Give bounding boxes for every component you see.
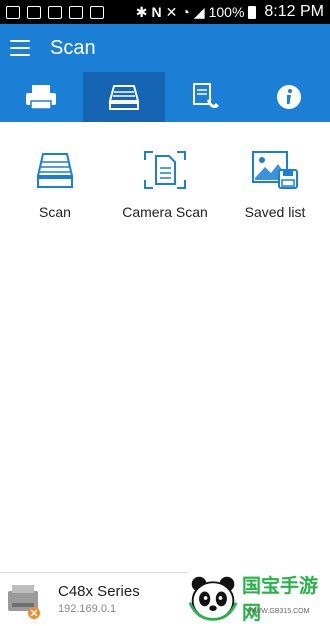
- status-system: ✱ N ✕ ◔ ◢ 100% 8:12 PM: [136, 3, 330, 21]
- menu-icon[interactable]: [4, 34, 36, 62]
- clock: 8:12 PM: [264, 3, 324, 21]
- scan-options: Scan Camera Scan Saved list: [0, 150, 330, 220]
- flatbed-scanner-icon: [35, 150, 75, 190]
- battery-percent: 100%: [209, 4, 245, 20]
- gallery-icon: [48, 6, 62, 19]
- app-bar: Scan: [0, 24, 330, 72]
- device-ip: 192.169.0.1: [58, 603, 140, 615]
- saved-list-label: Saved list: [245, 204, 306, 220]
- battery-icon: [248, 6, 256, 19]
- camera-scan-option[interactable]: Camera Scan: [115, 150, 215, 220]
- tab-bar: [0, 72, 330, 122]
- tab-scan[interactable]: [83, 72, 166, 122]
- printer-device-icon: [4, 577, 48, 621]
- notification-icon: [90, 6, 104, 19]
- camera-scan-icon: [143, 150, 187, 190]
- page-title: Scan: [50, 37, 96, 60]
- tab-info[interactable]: [248, 72, 330, 122]
- watermark: 国宝手游网 WWW.GB315.COM: [188, 572, 330, 624]
- status-notifications: [0, 6, 104, 19]
- notification-icon: [27, 6, 41, 19]
- notification-icon: [6, 6, 20, 19]
- device-info: C48x Series 192.169.0.1: [58, 583, 140, 615]
- download-icon: [69, 6, 83, 19]
- device-name: C48x Series: [58, 583, 140, 600]
- nfc-icon: N: [151, 4, 161, 20]
- panda-logo-icon: [188, 573, 238, 623]
- wifi-icon: ◔: [181, 4, 189, 20]
- info-icon: [275, 83, 303, 111]
- scan-option[interactable]: Scan: [5, 150, 105, 220]
- mute-icon: ✕: [166, 4, 178, 21]
- scan-label: Scan: [39, 204, 71, 220]
- saved-list-option[interactable]: Saved list: [225, 150, 325, 220]
- tab-fax[interactable]: [165, 72, 248, 122]
- scanner-icon: [108, 83, 140, 111]
- watermark-url: WWW.GB315.COM: [248, 608, 309, 615]
- printer-icon: [24, 83, 58, 111]
- watermark-brand: 国宝手游网: [242, 571, 330, 625]
- fax-phone-icon: [191, 82, 221, 112]
- tab-print[interactable]: [0, 72, 83, 122]
- camera-scan-label: Camera Scan: [122, 204, 208, 220]
- saved-list-icon: [251, 150, 299, 190]
- status-bar: ✱ N ✕ ◔ ◢ 100% 8:12 PM: [0, 0, 330, 24]
- signal-icon: ◢: [194, 4, 205, 21]
- bluetooth-icon: ✱: [136, 4, 148, 21]
